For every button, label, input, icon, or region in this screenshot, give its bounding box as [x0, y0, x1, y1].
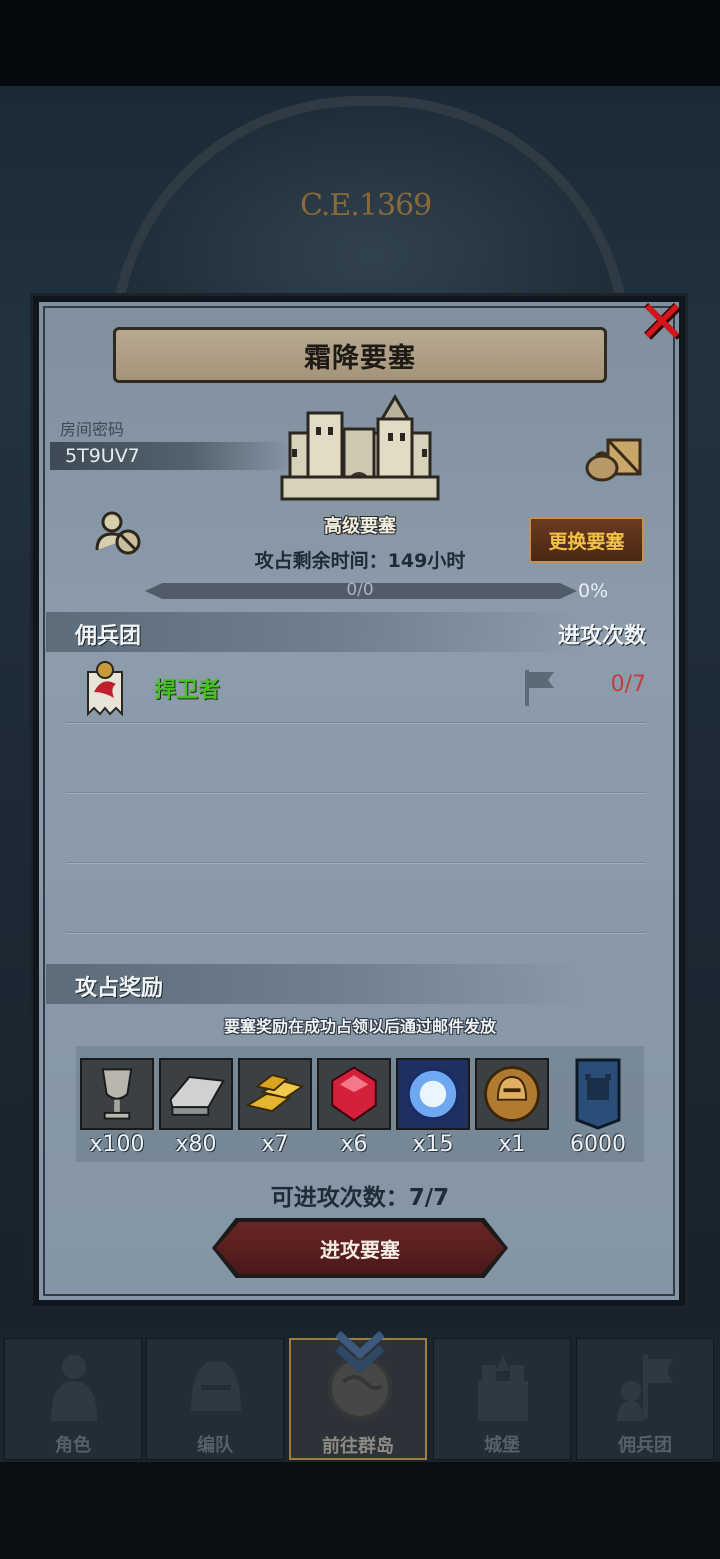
capture-progress-percent: 0%: [578, 580, 609, 602]
reward-qty: 6000: [570, 1132, 626, 1157]
iron-ingot-icon: [161, 1060, 231, 1128]
title-plate: 霜降要塞: [113, 327, 607, 383]
room-code-label: 房间密码: [60, 420, 125, 439]
helmet-medal-icon: [477, 1060, 547, 1128]
capture-time-remaining: 攻占剩余时间：149小时: [254, 550, 466, 572]
nav-label: 角色: [55, 1435, 91, 1456]
nav-label: 编队: [197, 1435, 233, 1456]
fortress-name: 高级要塞: [324, 516, 396, 537]
dialog-title: 霜降要塞: [304, 342, 416, 374]
reward-qty: x7: [261, 1132, 289, 1157]
nav-label: 前往群岛: [322, 1436, 394, 1457]
reward-item-gold[interactable]: [238, 1058, 312, 1130]
row-divider: [66, 792, 646, 794]
bottom-safe-area: [0, 1462, 720, 1559]
reward-item-helmet[interactable]: [475, 1058, 549, 1130]
ruby-icon: [319, 1060, 389, 1128]
knight-icon: [51, 1355, 97, 1421]
nav-item-castle[interactable]: 城堡: [433, 1338, 571, 1460]
nav-item-formation[interactable]: 编队: [146, 1338, 284, 1460]
capture-progress-text: 0/0: [346, 580, 374, 600]
mercenary-icon: [617, 1355, 673, 1421]
crystal-orb-icon: [398, 1060, 468, 1128]
reward-item-crystal[interactable]: [396, 1058, 470, 1130]
nav-item-character[interactable]: 角色: [4, 1338, 142, 1460]
change-fortress-button[interactable]: 更换要塞: [529, 517, 644, 563]
helmet-icon: [191, 1361, 241, 1411]
hide-player-icon[interactable]: [94, 510, 144, 556]
flag-icon: [525, 670, 554, 706]
supply-crate-icon[interactable]: [584, 434, 644, 482]
mercenary-emblem-icon: [87, 661, 123, 717]
fortress-icon: [280, 394, 440, 501]
chevron-down-icon: [335, 1331, 385, 1374]
reward-note: 要塞奖励在成功占领以后通过邮件发放: [223, 1017, 496, 1036]
mercenary-row[interactable]: 捍卫者 0/7: [66, 656, 646, 722]
castle-banner-icon: [575, 1058, 621, 1130]
row-divider: [66, 862, 646, 864]
reward-qty: x100: [89, 1132, 145, 1157]
mercenary-name: 捍卫者: [154, 678, 221, 703]
reward-item-banner[interactable]: [561, 1058, 635, 1130]
row-divider: [66, 722, 646, 724]
reward-qty: x15: [412, 1132, 454, 1157]
nav-label: 城堡: [484, 1435, 520, 1456]
goblet-icon: [82, 1060, 152, 1128]
reward-item-goblet[interactable]: [80, 1058, 154, 1130]
reward-item-iron[interactable]: [159, 1058, 233, 1130]
attack-fortress-button[interactable]: 进攻要塞: [216, 1222, 504, 1274]
reward-item-ruby[interactable]: [317, 1058, 391, 1130]
mercenary-section-title: 佣兵团: [75, 624, 142, 649]
close-icon: ✕: [637, 288, 687, 356]
castle-icon: [478, 1355, 528, 1421]
mercenary-attack-count: 0/7: [610, 672, 646, 697]
reward-qty: x6: [340, 1132, 368, 1157]
reward-qty: x80: [175, 1132, 217, 1157]
nav-item-mercenary[interactable]: 佣兵团: [576, 1338, 714, 1460]
reward-qty: x1: [498, 1132, 526, 1157]
background-year-label: C.E.1369: [300, 188, 432, 223]
room-code-value[interactable]: 5T9UV7: [65, 445, 140, 467]
nav-label: 佣兵团: [618, 1435, 672, 1456]
reward-section-title: 攻占奖励: [75, 976, 164, 1001]
row-divider: [66, 932, 646, 934]
attack-count-header: 进攻次数: [557, 624, 646, 649]
top-status-area: [0, 0, 720, 86]
attacks-remaining: 可进攻次数：7/7: [270, 1185, 450, 1211]
close-button[interactable]: ✕: [636, 288, 688, 356]
gold-bars-icon: [240, 1060, 310, 1128]
